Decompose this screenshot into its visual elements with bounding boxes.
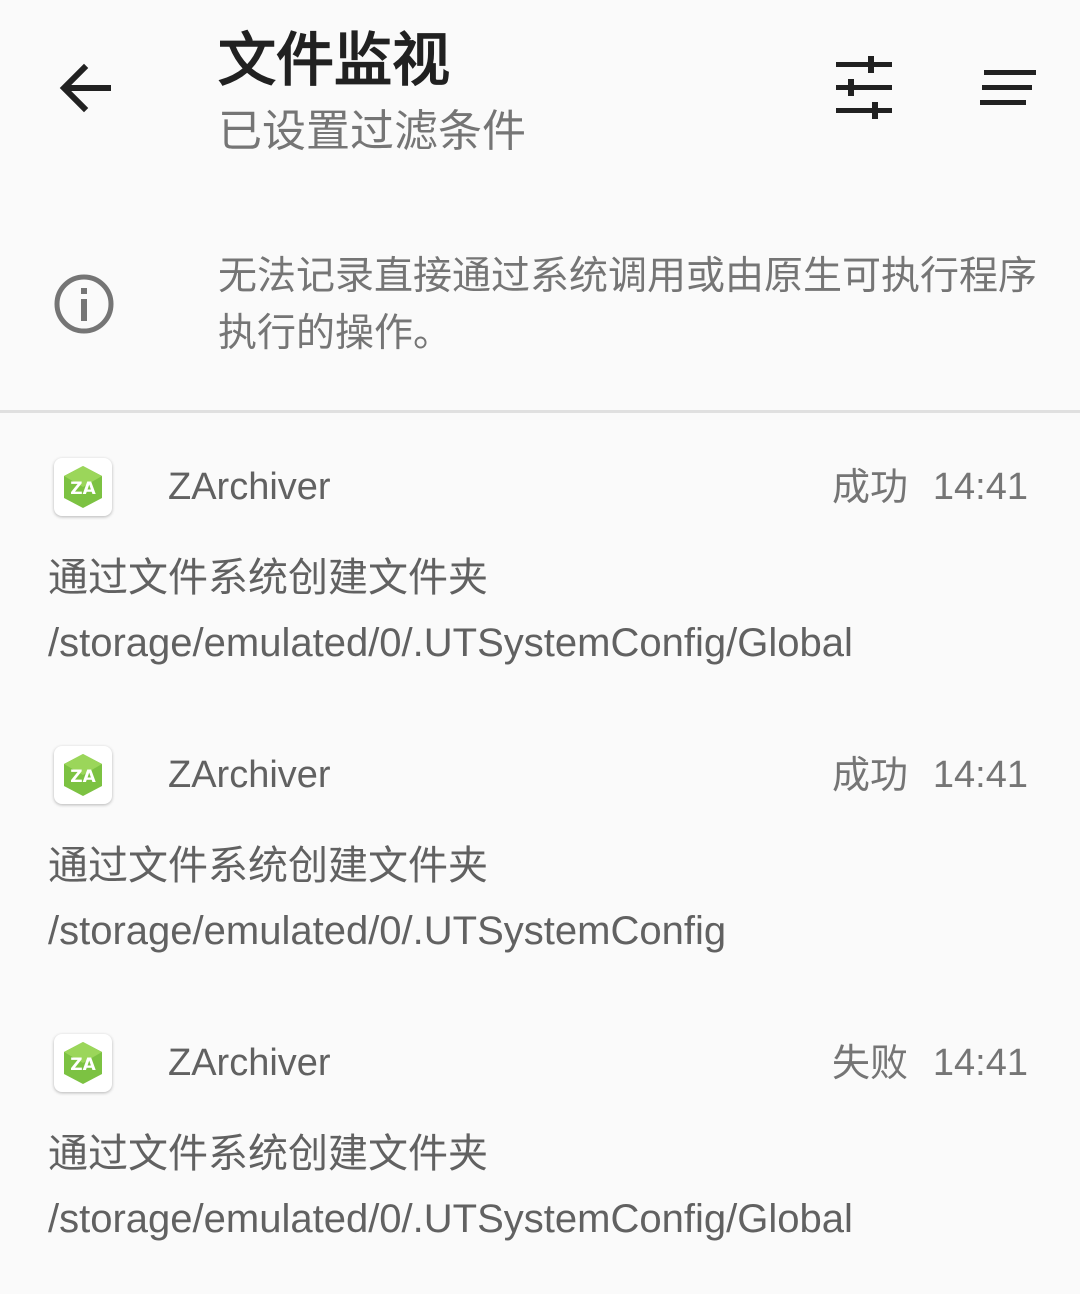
operation-text: 通过文件系统创建文件夹: [48, 843, 488, 889]
status-label: 成功: [831, 753, 908, 797]
operation-text: 通过文件系统创建文件夹: [48, 555, 488, 601]
timestamp: 14:41: [932, 754, 1028, 796]
page-subtitle: 已设置过滤条件: [218, 106, 526, 157]
svg-text:ZA: ZA: [70, 767, 96, 787]
status-label: 失败: [831, 1041, 908, 1085]
info-banner: 无法记录直接通过系统调用或由原生可执行程序执行的操作。: [0, 236, 1080, 411]
svg-text:ZA: ZA: [70, 1055, 96, 1075]
zarchiver-icon: ZA: [64, 754, 102, 796]
arrow-back-icon: [59, 63, 111, 113]
app-name: ZArchiver: [168, 466, 331, 508]
zarchiver-icon: ZA: [64, 1042, 102, 1084]
app-bar: 文件监视 已设置过滤条件: [0, 0, 1080, 195]
operation-text: 通过文件系统创建文件夹: [48, 1131, 488, 1177]
tune-icon: [836, 56, 892, 119]
app-icon: ZA: [54, 746, 112, 804]
timestamp: 14:41: [932, 466, 1028, 508]
app-name: ZArchiver: [168, 754, 331, 796]
app-icon: ZA: [54, 1034, 112, 1092]
app-name: ZArchiver: [168, 1042, 331, 1084]
info-icon: [54, 274, 114, 334]
sort-button[interactable]: [970, 52, 1046, 124]
log-entry[interactable]: ZA ZArchiver 成功 14:41 通过文件系统创建文件夹 /stora…: [0, 746, 1080, 1006]
svg-text:ZA: ZA: [70, 479, 96, 499]
zarchiver-icon: ZA: [64, 466, 102, 508]
timestamp: 14:41: [932, 1042, 1028, 1084]
page-title: 文件监视: [218, 26, 451, 94]
log-entry[interactable]: ZA ZArchiver 失败 14:41 通过文件系统创建文件夹 /stora…: [0, 1034, 1080, 1294]
info-text: 无法记录直接通过系统调用或由原生可执行程序执行的操作。: [218, 254, 1038, 356]
divider: [0, 410, 1080, 413]
log-entry[interactable]: ZA ZArchiver 成功 14:41 通过文件系统创建文件夹 /stora…: [0, 458, 1080, 718]
app-icon: ZA: [54, 458, 112, 516]
status-label: 成功: [831, 465, 908, 509]
file-path: /storage/emulated/0/.UTSystemConfig/Glob…: [48, 621, 853, 665]
sort-icon: [980, 70, 1036, 105]
file-path: /storage/emulated/0/.UTSystemConfig/Glob…: [48, 1197, 853, 1241]
filter-button[interactable]: [828, 52, 900, 124]
back-button[interactable]: [50, 52, 120, 122]
file-path: /storage/emulated/0/.UTSystemConfig: [48, 909, 727, 953]
